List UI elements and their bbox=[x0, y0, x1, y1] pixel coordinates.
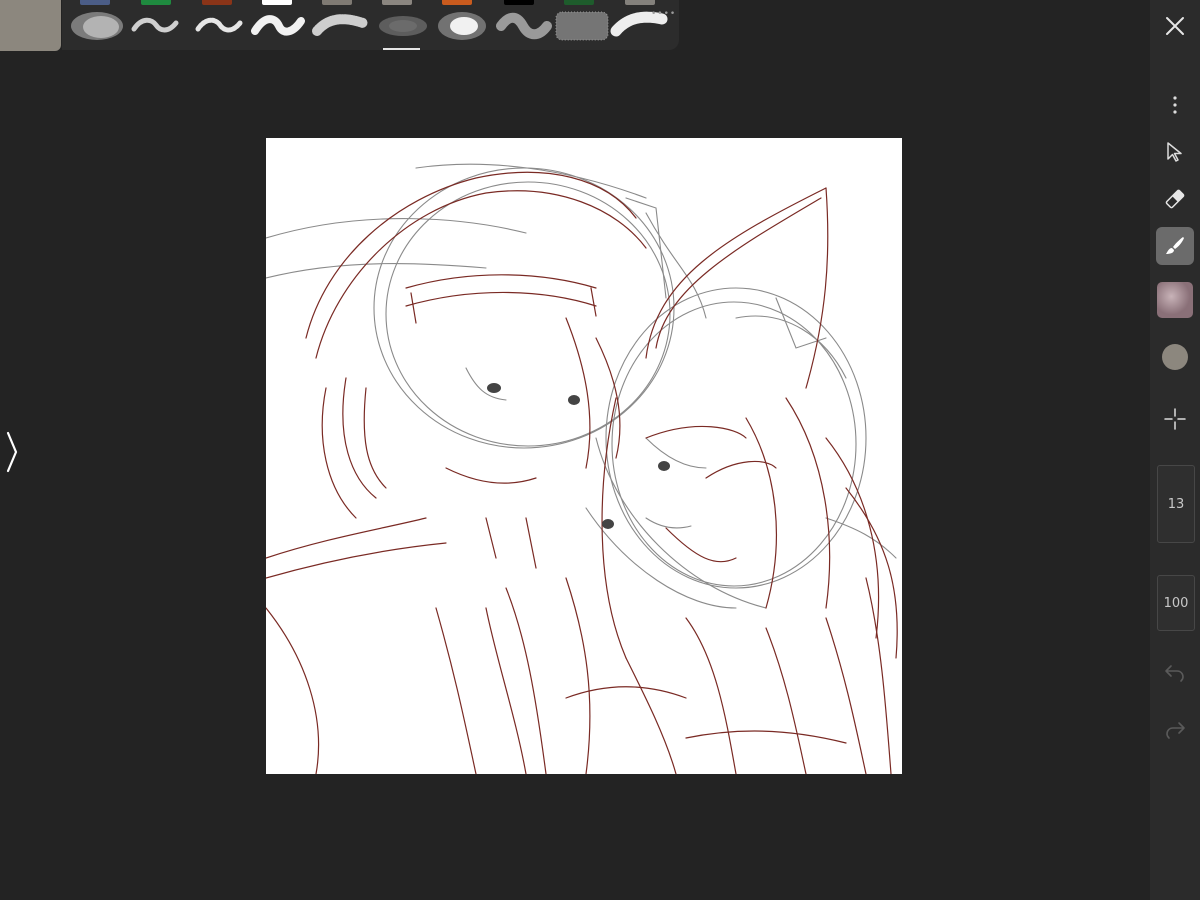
more-options-button[interactable] bbox=[1156, 86, 1194, 124]
brush-spray[interactable] bbox=[310, 8, 370, 44]
brush-textured-stroke[interactable] bbox=[189, 8, 249, 44]
right-toolbar: 13 100 bbox=[1150, 0, 1200, 900]
chevron-right-icon bbox=[6, 431, 18, 473]
brush-thin-stroke-preview bbox=[131, 17, 179, 33]
swatch-rust[interactable] bbox=[202, 0, 232, 5]
expand-panel-handle[interactable] bbox=[0, 430, 24, 474]
brush-soft-glow-preview bbox=[438, 12, 486, 40]
drawing-canvas[interactable] bbox=[266, 138, 902, 774]
brush-solid-stroke[interactable] bbox=[248, 8, 308, 44]
brush-textured-stroke-preview bbox=[195, 17, 243, 33]
brush-blur[interactable] bbox=[373, 8, 433, 44]
swatch-warm-gray[interactable] bbox=[322, 0, 352, 5]
swatch-white[interactable] bbox=[262, 0, 292, 5]
redo-icon bbox=[1166, 722, 1185, 739]
selected-brush-indicator bbox=[383, 48, 420, 50]
brush-solid-stroke-preview bbox=[251, 15, 305, 36]
current-color-swatch[interactable] bbox=[0, 0, 61, 51]
brush-tool-button[interactable] bbox=[1156, 227, 1194, 265]
brush-size-slider[interactable]: 13 bbox=[1157, 465, 1195, 543]
close-button[interactable] bbox=[1156, 7, 1194, 45]
brush-blur-preview bbox=[379, 16, 427, 36]
undo-button[interactable] bbox=[1156, 654, 1194, 692]
swatch-gray[interactable] bbox=[625, 0, 655, 5]
brush-soft-glow[interactable] bbox=[432, 8, 492, 44]
brush-smudge-preview bbox=[496, 12, 552, 40]
eraser-tool-button[interactable] bbox=[1156, 180, 1194, 218]
swatch-slate-blue[interactable] bbox=[80, 0, 110, 5]
eraser-icon bbox=[1165, 189, 1185, 209]
layer-thumbnail bbox=[1157, 282, 1193, 318]
brush-soft-airbrush[interactable] bbox=[67, 8, 127, 44]
swatch-dark-green[interactable] bbox=[564, 0, 594, 5]
brush-size-value: 13 bbox=[1167, 496, 1185, 512]
select-tool-button[interactable] bbox=[1156, 133, 1194, 171]
swatch-black[interactable] bbox=[504, 0, 534, 5]
brush-thin-stroke[interactable] bbox=[125, 8, 185, 44]
color-picker-button[interactable] bbox=[1156, 338, 1194, 376]
redo-button[interactable] bbox=[1156, 711, 1194, 749]
brush-spray-preview bbox=[312, 14, 368, 36]
undo-icon bbox=[1165, 665, 1184, 682]
brush-smudge[interactable] bbox=[494, 8, 554, 44]
opacity-value: 100 bbox=[1163, 595, 1189, 611]
swatch-stone-gray[interactable] bbox=[382, 0, 412, 5]
transform-tool-button[interactable] bbox=[1156, 400, 1194, 438]
brush-soft-airbrush-preview bbox=[71, 12, 123, 40]
brush-palette-panel: •••• bbox=[62, 0, 679, 50]
swatch-orange[interactable] bbox=[442, 0, 472, 5]
sketch-artwork bbox=[266, 163, 898, 774]
palette-page-dots[interactable]: •••• bbox=[651, 9, 676, 19]
pointer-icon bbox=[1167, 142, 1182, 162]
color-dot bbox=[1162, 344, 1188, 370]
swatch-green[interactable] bbox=[141, 0, 171, 5]
more-vertical-icon bbox=[1173, 96, 1177, 114]
close-icon bbox=[1166, 17, 1184, 35]
brush-splatter[interactable] bbox=[551, 8, 611, 44]
opacity-slider[interactable]: 100 bbox=[1157, 575, 1195, 631]
brush-splatter-preview bbox=[555, 11, 609, 41]
brush-icon bbox=[1166, 237, 1184, 254]
layers-button[interactable] bbox=[1156, 281, 1194, 319]
crosshair-icon bbox=[1164, 408, 1186, 430]
